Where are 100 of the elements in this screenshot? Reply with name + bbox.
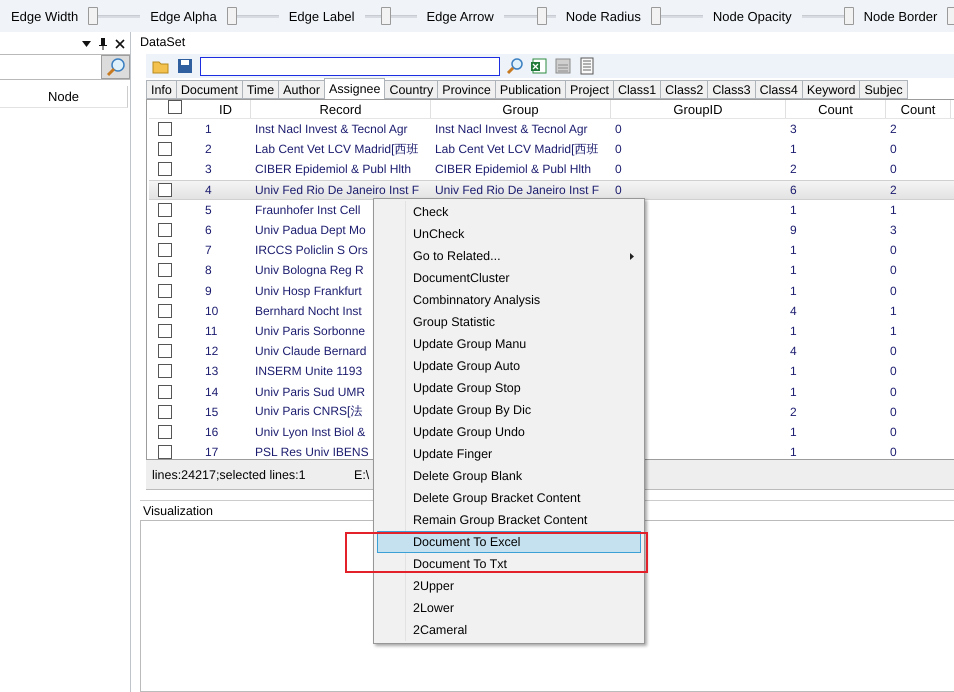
checkbox[interactable]: [158, 182, 172, 197]
tab[interactable]: Class1: [612, 80, 662, 99]
menu-item[interactable]: Delete Group Blank: [377, 465, 641, 487]
table-cell: 2: [890, 122, 897, 136]
column-header[interactable]: Record: [251, 100, 431, 118]
slider-label: Edge Arrow: [426, 8, 494, 24]
table-cell: 1: [790, 284, 797, 298]
table-cell: Bernhard Nocht Inst: [255, 304, 362, 318]
tab[interactable]: Author: [278, 80, 326, 99]
tab[interactable]: Class3: [707, 80, 756, 99]
menu-item[interactable]: Document To Excel: [377, 531, 641, 553]
tab[interactable]: Time: [242, 80, 280, 99]
dataset-search-field[interactable]: [200, 56, 500, 76]
spreadsheet-icon[interactable]: [530, 57, 548, 75]
checkbox[interactable]: [158, 424, 172, 439]
checkbox[interactable]: [158, 263, 172, 278]
column-header[interactable]: Group: [431, 100, 611, 118]
close-icon[interactable]: [115, 39, 125, 49]
checkbox[interactable]: [158, 162, 172, 176]
pin-icon[interactable]: [99, 38, 107, 50]
tab[interactable]: Document: [176, 80, 243, 99]
checkbox[interactable]: [158, 142, 172, 156]
menu-item[interactable]: Document To Txt: [377, 553, 641, 575]
menu-item[interactable]: UnCheck: [377, 223, 641, 245]
slider-label: Edge Label: [288, 8, 354, 24]
table-cell: 4: [790, 344, 797, 358]
menu-item[interactable]: Check: [377, 201, 641, 223]
slider-thumb[interactable]: [844, 7, 854, 25]
table-cell: 1: [790, 142, 797, 156]
panel-title: DataSet: [140, 34, 186, 51]
tab[interactable]: Class4: [754, 80, 803, 99]
table-cell: 0: [890, 364, 897, 378]
menu-item[interactable]: Update Finger: [377, 443, 641, 465]
dropdown-caret-icon[interactable]: [82, 41, 91, 47]
menu-item[interactable]: Update Group Auto: [377, 355, 641, 377]
slider-label: Edge Alpha: [150, 8, 217, 24]
menu-item[interactable]: 2Cameral: [377, 619, 641, 641]
table-cell: 0: [615, 182, 622, 197]
text-file-icon[interactable]: [554, 57, 572, 75]
menu-item[interactable]: Remain Group Bracket Content: [377, 509, 641, 531]
slider-thumb[interactable]: [537, 7, 548, 25]
menu-item[interactable]: 2Upper: [377, 575, 641, 597]
menu-item[interactable]: Update Group Undo: [377, 421, 641, 443]
checkbox[interactable]: [158, 445, 172, 459]
tab[interactable]: Province: [437, 80, 496, 99]
column-header[interactable]: Count: [886, 100, 951, 118]
table-cell: Fraunhofer Inst Cell: [255, 202, 360, 217]
tab[interactable]: Subjec: [859, 80, 908, 99]
menu-item[interactable]: Group Statistic: [377, 311, 641, 333]
search-button[interactable]: [101, 55, 130, 79]
table-cell: 0: [890, 142, 897, 156]
search-icon[interactable]: [506, 57, 524, 75]
table-cell: 1: [790, 424, 797, 439]
tab[interactable]: Keyword: [802, 80, 860, 99]
slider-thumb[interactable]: [88, 7, 98, 25]
table-cell: Inst Nacl Invest & Tecnol Agr: [435, 122, 588, 136]
tab[interactable]: Project: [565, 80, 614, 99]
menu-item[interactable]: Combinnatory Analysis: [377, 289, 641, 311]
slider-thumb[interactable]: [381, 7, 392, 25]
checkbox[interactable]: [158, 122, 172, 136]
document-list-icon[interactable]: [578, 57, 596, 75]
table-cell: 14: [205, 384, 218, 399]
slider-thumb[interactable]: [947, 7, 954, 25]
checkbox[interactable]: [158, 384, 172, 399]
tab[interactable]: Class2: [660, 80, 708, 99]
checkbox[interactable]: [158, 202, 172, 217]
slider-thumb[interactable]: [650, 7, 661, 25]
column-header[interactable]: Count: [786, 100, 886, 118]
column-header[interactable]: ID: [201, 100, 251, 118]
checkbox[interactable]: [158, 404, 172, 419]
tab[interactable]: Assignee: [324, 78, 386, 99]
checkbox[interactable]: [168, 100, 182, 114]
tab[interactable]: Info: [146, 80, 177, 99]
table-cell: 2: [790, 162, 797, 176]
table-cell: 0: [890, 243, 897, 258]
checkbox[interactable]: [158, 324, 172, 338]
save-icon[interactable]: [176, 57, 194, 75]
checkbox[interactable]: [158, 284, 172, 298]
checkbox[interactable]: [158, 223, 172, 238]
table-cell: 0: [615, 122, 622, 136]
tab[interactable]: Publication: [494, 80, 566, 99]
menu-item[interactable]: Update Group Stop: [377, 377, 641, 399]
table-cell: 11: [205, 324, 218, 338]
checkbox[interactable]: [158, 304, 172, 318]
menu-item[interactable]: Go to Related...: [377, 245, 641, 267]
checkbox[interactable]: [158, 364, 172, 378]
menu-item[interactable]: DocumentCluster: [377, 267, 641, 289]
slider-label: Node Opacity: [712, 8, 792, 24]
table-cell: 4: [790, 304, 797, 318]
checkbox[interactable]: [158, 243, 172, 258]
menu-item[interactable]: Delete Group Bracket Content: [377, 487, 641, 509]
slider-thumb[interactable]: [226, 7, 237, 25]
menu-item[interactable]: Update Group By Dic: [377, 399, 641, 421]
menu-item[interactable]: 2Lower: [377, 597, 641, 619]
checkbox[interactable]: [158, 344, 172, 358]
table-cell: 3: [890, 223, 897, 238]
table-cell: Univ Bologna Reg R: [255, 263, 364, 278]
menu-item[interactable]: Update Group Manu: [377, 333, 641, 355]
column-header[interactable]: GroupID: [611, 100, 786, 118]
tab[interactable]: Country: [384, 80, 438, 99]
